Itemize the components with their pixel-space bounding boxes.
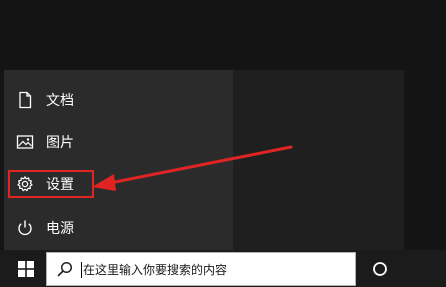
start-menu-item-label: 文档 [46, 93, 74, 109]
start-button[interactable] [6, 250, 46, 287]
start-menu-item-power[interactable]: 电源 [4, 206, 233, 250]
start-menu-item-label: 电源 [46, 221, 74, 237]
text-caret [81, 262, 82, 278]
start-menu-item-label: 图片 [46, 135, 74, 151]
cortana-button[interactable] [366, 255, 394, 283]
start-menu-item-pictures[interactable]: 图片 [4, 120, 233, 164]
windows-logo-icon [18, 260, 34, 277]
cortana-circle-icon [373, 262, 387, 276]
pictures-icon [16, 133, 34, 151]
power-icon [16, 219, 34, 237]
search-placeholder: 在这里输入你要搜索的内容 [83, 263, 228, 277]
start-menu-left-pane: 文档 图片 设置 电源 [4, 70, 233, 250]
settings-highlight-box [8, 170, 94, 198]
taskbar: 在这里输入你要搜索的内容 [0, 250, 446, 287]
start-menu: 文档 图片 设置 电源 [4, 70, 404, 250]
taskbar-search-input[interactable]: 在这里输入你要搜索的内容 [46, 252, 356, 286]
document-icon [16, 91, 34, 109]
start-menu-item-documents[interactable]: 文档 [4, 78, 233, 122]
search-icon [57, 261, 73, 277]
